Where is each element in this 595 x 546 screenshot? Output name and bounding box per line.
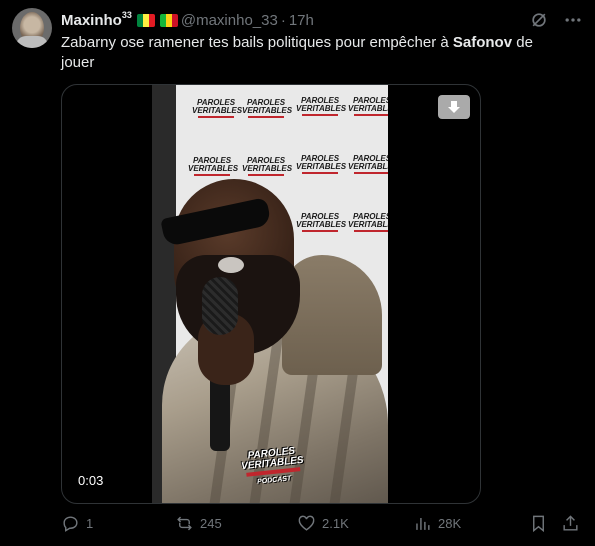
download-icon xyxy=(448,101,460,113)
avatar[interactable] xyxy=(12,8,52,48)
backdrop-logo: PAROLESVERITABLES xyxy=(296,155,346,179)
video-frame[interactable]: PAROLES VERITABLES PAROLES VERITABLES PARO… xyxy=(152,85,388,503)
tweet-text-before: Zabarny ose ramener tes bails politiques… xyxy=(61,34,453,51)
backdrop-logo: PAROLESVERITABLES xyxy=(188,157,238,181)
bookmark-icon xyxy=(533,515,544,533)
repost-icon xyxy=(177,516,192,531)
video-duration: 0:03 xyxy=(74,471,108,491)
tweet-text-bold: Safonov xyxy=(452,34,513,51)
avatar-shirt xyxy=(16,36,48,48)
download-button[interactable] xyxy=(438,95,470,119)
header-icons xyxy=(529,10,583,30)
tweet-time[interactable]: 17h xyxy=(289,12,314,29)
backdrop-logo: PAROLESVERITABLES xyxy=(242,157,292,181)
like-count: 2.1K xyxy=(322,516,349,531)
backdrop-logo: PAROLESVERITABLES xyxy=(296,213,346,237)
reply-button[interactable]: 1 xyxy=(61,514,93,533)
repost-count: 245 xyxy=(200,516,222,531)
author-name-superscript: 33 xyxy=(121,10,132,20)
bookmark-button[interactable] xyxy=(529,514,548,533)
views-button[interactable]: 28K xyxy=(413,514,461,533)
reply-count: 1 xyxy=(86,516,94,531)
tweet-header: Maxinho33 @maxinho_33 · 17h xyxy=(61,10,314,30)
separator-dot: · xyxy=(280,11,286,29)
views-chart-icon xyxy=(416,517,430,530)
like-button[interactable]: 2.1K xyxy=(297,514,349,533)
author-name[interactable]: Maxinho33 xyxy=(61,10,132,29)
person-mouth xyxy=(218,257,244,273)
share-icon xyxy=(563,515,578,531)
more-options-icon[interactable] xyxy=(563,10,583,30)
microphone-icon xyxy=(202,277,238,335)
heart-icon xyxy=(298,515,315,531)
author-handle[interactable]: @maxinho_33 xyxy=(181,12,278,29)
podcast-watermark: PAROLES VERITABLES PODCAST xyxy=(240,445,305,486)
backdrop-logo: PAROLESVERITABLES xyxy=(348,97,388,121)
action-bar: 1 245 2.1K 28K xyxy=(61,514,585,536)
backdrop-logo: PAROLESVERITABLES xyxy=(192,99,242,123)
repost-button[interactable]: 245 xyxy=(175,514,222,533)
grok-icon[interactable] xyxy=(529,10,549,30)
view-count: 28K xyxy=(438,516,462,531)
tweet[interactable]: Maxinho33 @maxinho_33 · 17h Zabarny ose … xyxy=(0,0,595,546)
guinea-flag-icon xyxy=(159,13,178,27)
share-button[interactable] xyxy=(561,514,580,533)
senegal-flag-icon xyxy=(136,13,155,27)
reply-icon xyxy=(63,516,78,532)
tweet-text: Zabarny ose ramener tes bails politiques… xyxy=(61,33,561,73)
backdrop-logo: PAROLESVERITABLES xyxy=(296,97,346,121)
backdrop-logo: PAROLESVERITABLES xyxy=(348,213,388,237)
video-player[interactable]: PAROLES VERITABLES PAROLES VERITABLES PARO… xyxy=(61,84,481,504)
backdrop-logo: PAROLESVERITABLES xyxy=(242,99,292,123)
backdrop-logo: PAROLESVERITABLES xyxy=(348,155,388,179)
